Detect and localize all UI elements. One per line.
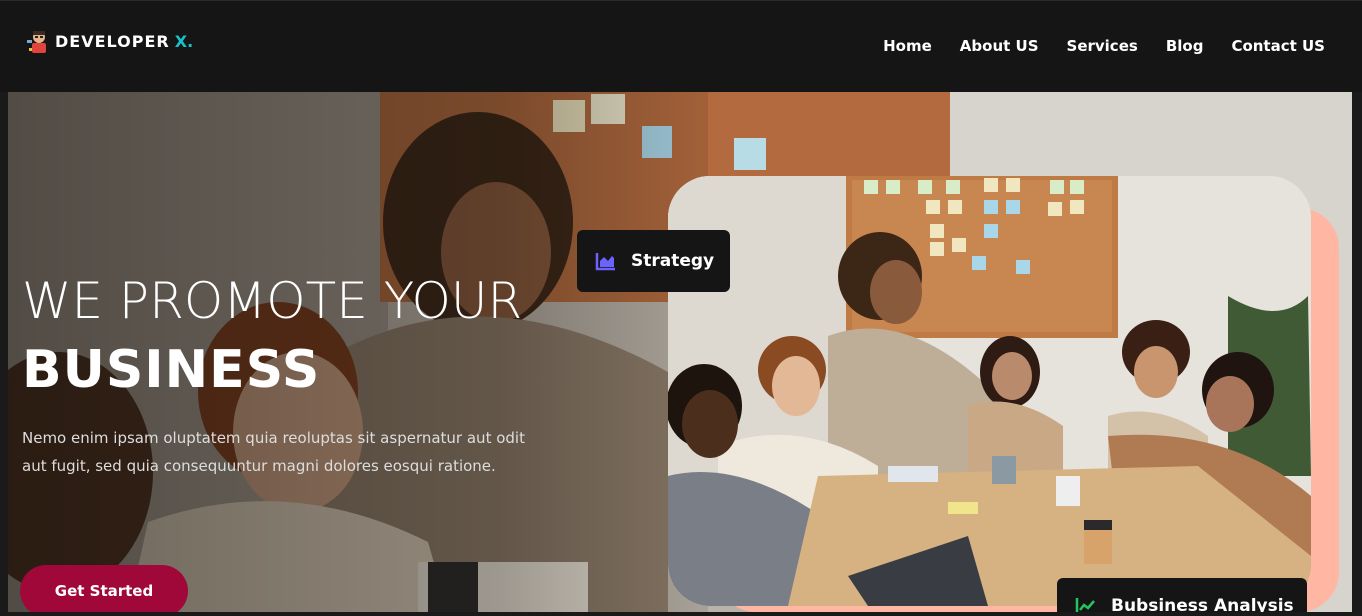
brand-name: DEVELOPER [55, 31, 170, 51]
strategy-badge: Strategy [577, 230, 730, 292]
navbar: DEVELOPER X. Home About US Services Blog… [0, 0, 1362, 92]
nav-home[interactable]: Home [883, 37, 932, 55]
strategy-badge-label: Strategy [631, 251, 715, 271]
team-meeting-photo [668, 176, 1311, 606]
nav-blog[interactable]: Blog [1166, 37, 1204, 55]
brand-accent: X. [174, 31, 194, 51]
nav-contact-us[interactable]: Contact US [1231, 37, 1325, 55]
hero-headline-line1: WE PROMOTE YOUR [22, 272, 523, 330]
brand-logo[interactable]: DEVELOPER X. [26, 28, 193, 54]
main-nav: Home About US Services Blog Contact US [883, 37, 1325, 55]
get-started-button[interactable]: Get Started [20, 565, 188, 612]
nav-services[interactable]: Services [1067, 37, 1138, 55]
business-analysis-badge-label: Bubsiness Analysis [1111, 596, 1294, 612]
developer-avatar-icon [27, 31, 46, 53]
area-chart-icon [595, 253, 615, 271]
hero-section: WE PROMOTE YOUR BUSINESS Nemo enim ipsam… [8, 92, 1352, 612]
hero-headline-line2: BUSINESS [22, 340, 321, 400]
line-chart-icon [1075, 598, 1095, 612]
hero-description: Nemo enim ipsam oluptatem quia reoluptas… [22, 429, 525, 475]
nav-about-us[interactable]: About US [960, 37, 1039, 55]
business-analysis-badge: Bubsiness Analysis [1057, 578, 1307, 612]
